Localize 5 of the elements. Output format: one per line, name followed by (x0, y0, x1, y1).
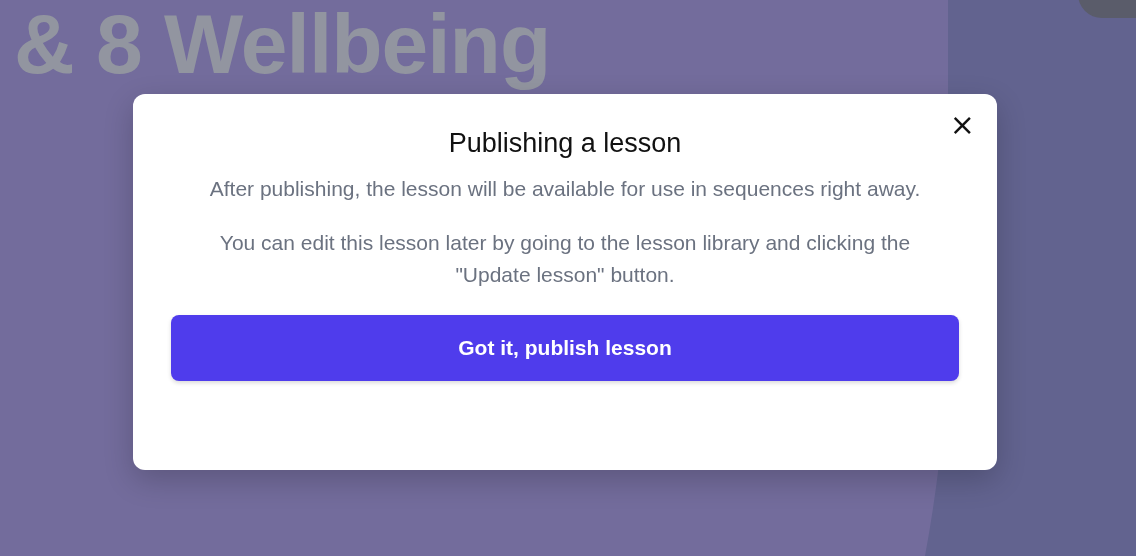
dialog-text: After publishing, the lesson will be available for use in sequences right away. (208, 176, 922, 202)
publish-button[interactable]: Got it, publish lesson (171, 315, 959, 381)
close-button[interactable]: × (949, 110, 975, 140)
dialog-text: You can edit this lesson later by going to the lesson library and clicking the "Update lesson" button. (218, 230, 912, 288)
dialog-title: Publishing a lesson (448, 128, 682, 159)
